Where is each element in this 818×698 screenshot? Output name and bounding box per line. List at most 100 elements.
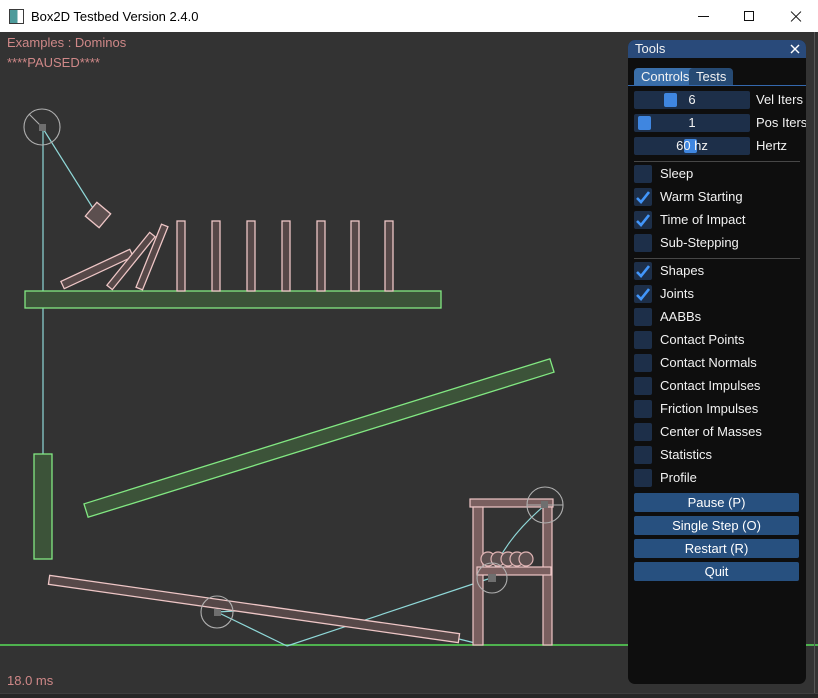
checkbox-label: Statistics [660,446,712,464]
checkbox-label: AABBs [660,308,701,326]
check-icon [636,213,650,227]
anchor-markers [39,124,548,616]
checkbox-friction-impulses[interactable]: Friction Impulses [634,400,800,418]
domino [317,221,325,291]
checkbox-label: Contact Points [660,331,745,349]
hertz-value: 60 hz [634,137,750,155]
frame-top-beam [470,499,553,507]
domino [385,221,393,291]
pendulum-bob[interactable] [85,202,110,227]
shelf-plank [25,291,441,308]
maximize-icon [744,11,754,21]
checkbox-box[interactable] [634,262,652,280]
checkbox-box[interactable] [634,234,652,252]
left-green-block [34,454,52,559]
domino [282,221,290,291]
checkbox-profile[interactable]: Profile [634,469,800,487]
tab-tests[interactable]: Tests [689,68,733,85]
checkbox-contact-points[interactable]: Contact Points [634,331,800,349]
checkbox-contact-impulses[interactable]: Contact Impulses [634,377,800,395]
checkbox-box[interactable] [634,446,652,464]
domino [177,221,185,291]
check-icon [636,264,650,278]
vel-iters-value: 6 [634,91,750,109]
minimize-button[interactable] [680,0,726,32]
checkbox-box[interactable] [634,331,652,349]
window-title: Box2D Testbed Version 2.4.0 [31,9,198,24]
checkbox-aabbs[interactable]: AABBs [634,308,800,326]
checkbox-statistics[interactable]: Statistics [634,446,800,464]
checkbox-label: Joints [660,285,694,303]
checkbox-box[interactable] [634,354,652,372]
checkbox-box[interactable] [634,377,652,395]
os-titlebar[interactable]: Box2D Testbed Version 2.4.0 [0,0,818,32]
checkbox-sleep[interactable]: Sleep [634,165,800,183]
fallen-dominos[interactable] [61,224,168,290]
window-right-edge [814,32,815,694]
app-window: Box2D Testbed Version 2.4.0 [0,0,818,698]
tools-panel: Tools Controls Tests 6 Vel Iters 1 Pos I… [628,40,806,684]
window-bottom-frame [0,694,818,698]
checkbox-box[interactable] [634,211,652,229]
single-step-button[interactable]: Single Step (O) [634,516,799,535]
frame-structure[interactable] [470,499,553,645]
vel-iters-label: Vel Iters [756,91,803,109]
close-button[interactable] [772,0,818,32]
quit-button[interactable]: Quit [634,562,799,581]
domino [247,221,255,291]
restart-button[interactable]: Restart (R) [634,539,799,558]
domino [351,221,359,291]
checkbox-time-of-impact[interactable]: Time of Impact [634,211,800,229]
hertz-slider[interactable]: 60 hz [634,137,750,155]
checkbox-label: Sub-Stepping [660,234,739,252]
tools-panel-titlebar[interactable]: Tools [628,40,806,58]
ball [519,552,533,566]
checkbox-box[interactable] [634,308,652,326]
checkbox-contact-normals[interactable]: Contact Normals [634,354,800,372]
check-icon [636,190,650,204]
standing-dominos[interactable] [177,221,393,291]
tab-underline [628,85,806,86]
checkbox-box[interactable] [634,469,652,487]
checkbox-box[interactable] [634,188,652,206]
separator [634,258,800,259]
frame-time-label: 18.0 ms [7,673,53,688]
frame-left-leg [473,507,483,645]
frame-right-leg [543,507,552,645]
checkbox-warm-starting[interactable]: Warm Starting [634,188,800,206]
pause-button[interactable]: Pause (P) [634,493,799,512]
minimize-icon [698,16,709,17]
maximize-button[interactable] [726,0,772,32]
checkbox-label: Profile [660,469,697,487]
check-icon [636,287,650,301]
checkbox-label: Warm Starting [660,188,743,206]
checkbox-label: Shapes [660,262,704,280]
separator [634,161,800,162]
tab-controls[interactable]: Controls [634,68,696,85]
checkbox-box[interactable] [634,400,652,418]
checkbox-label: Contact Normals [660,354,757,372]
example-label: Examples : Dominos [7,35,126,50]
pos-iters-slider[interactable]: 1 [634,114,750,132]
tools-close-button[interactable] [788,42,802,56]
checkbox-label: Time of Impact [660,211,745,229]
frame-middle-beam [477,567,551,575]
checkbox-box[interactable] [634,423,652,441]
checkbox-shapes[interactable]: Shapes [634,262,800,280]
checkbox-label: Friction Impulses [660,400,758,418]
checkbox-center-of-masses[interactable]: Center of Masses [634,423,800,441]
pos-iters-label: Pos Iters [756,114,806,132]
paused-label: ****PAUSED**** [7,55,100,70]
checkbox-label: Center of Masses [660,423,762,441]
panel-close-icon [788,42,802,56]
checkbox-sub-stepping[interactable]: Sub-Stepping [634,234,800,252]
app-icon [9,9,24,24]
checkbox-box[interactable] [634,285,652,303]
pos-iters-value: 1 [634,114,750,132]
domino [212,221,220,291]
checkbox-label: Contact Impulses [660,377,760,395]
vel-iters-slider[interactable]: 6 [634,91,750,109]
checkbox-box[interactable] [634,165,652,183]
diagonal-green-plank [84,359,554,517]
checkbox-joints[interactable]: Joints [634,285,800,303]
